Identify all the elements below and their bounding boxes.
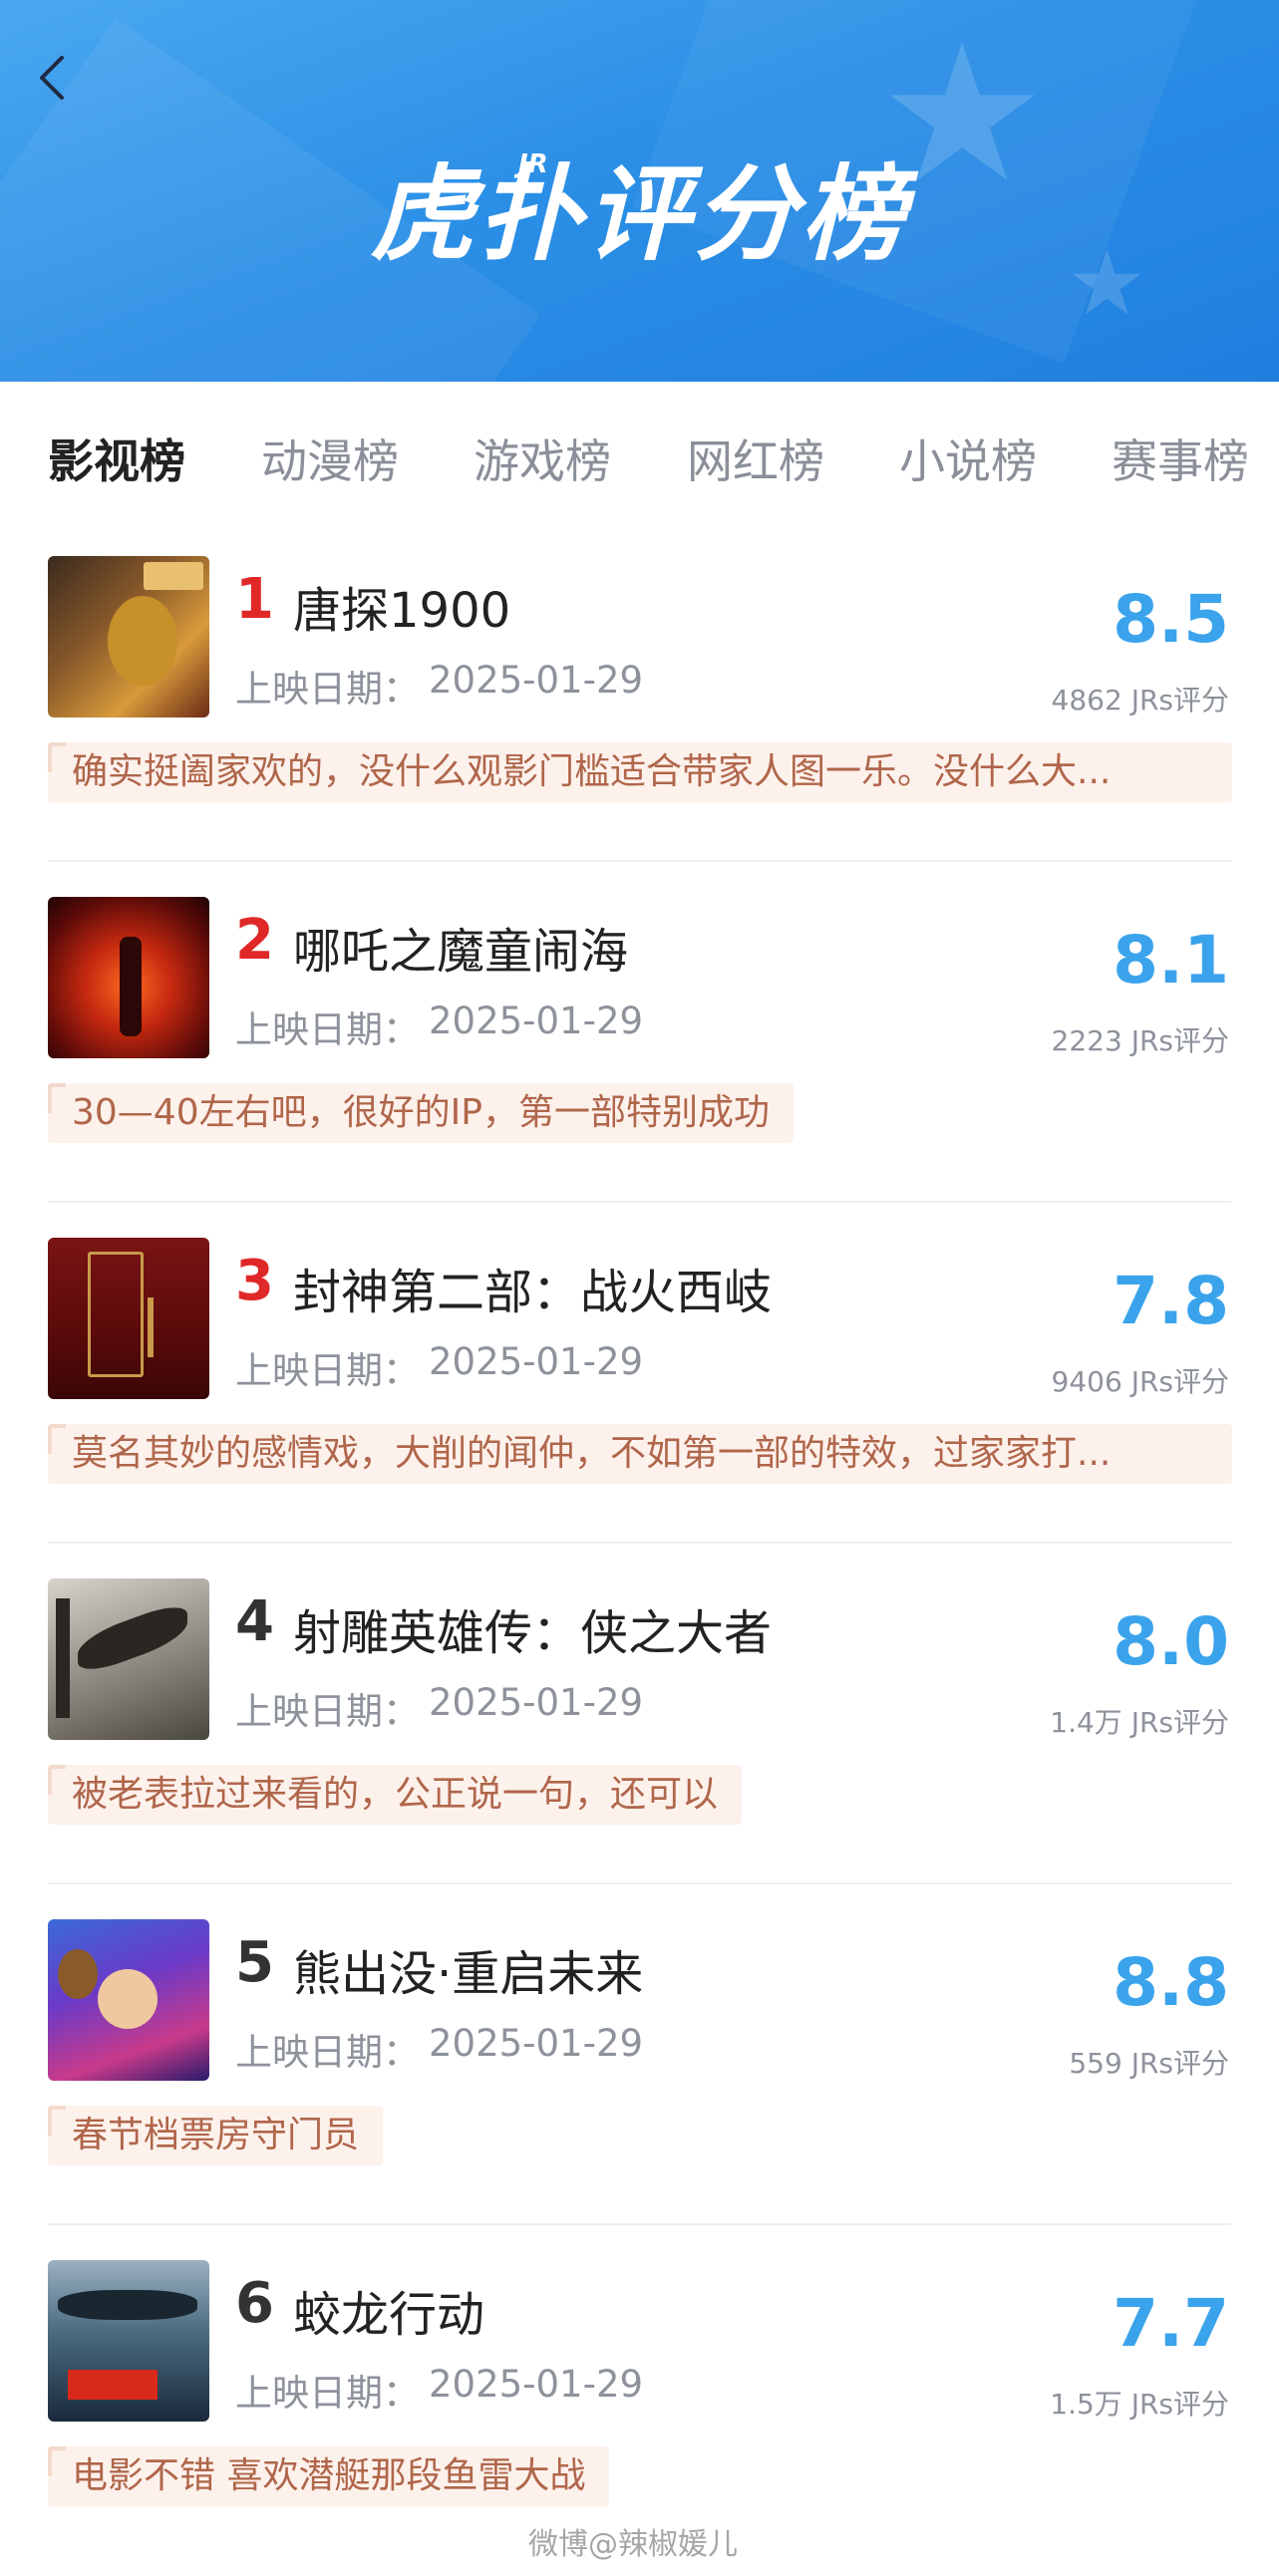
- list-item[interactable]: 3 封神第二部：战火西岐 上映日期： 2025-01-29 7.8 9406 J…: [0, 1213, 1279, 1554]
- rank-number: 5: [235, 1930, 274, 1995]
- divider: [48, 1542, 1231, 1544]
- movie-title: 封神第二部：战火西岐: [293, 1265, 773, 1320]
- movie-title: 熊出没·重启未来: [293, 1946, 644, 2002]
- score: 7.7: [1113, 2285, 1229, 2362]
- tab-film-tv[interactable]: 影视榜: [48, 426, 185, 491]
- list-item[interactable]: 4 射雕英雄传：侠之大者 上映日期： 2025-01-29 8.0 1.4万 J…: [0, 1554, 1279, 1894]
- divider: [48, 2223, 1231, 2225]
- release-date-label: 上映日期：: [235, 668, 420, 711]
- release-date: 2025-01-29: [429, 659, 644, 702]
- tab-events[interactable]: 赛事榜: [1112, 426, 1249, 491]
- tabs-fade: [1239, 382, 1279, 531]
- top-comment: 电影不错 喜欢潜艇那段鱼雷大战: [48, 2446, 610, 2506]
- tab-novels[interactable]: 小说榜: [899, 426, 1037, 491]
- rating-count: 2223 JRs评分: [1051, 1024, 1229, 1057]
- top-comment: 春节档票房守门员: [48, 2106, 384, 2165]
- movie-poster: [48, 556, 209, 717]
- release-date-label: 上映日期：: [235, 1349, 420, 1392]
- divider: [48, 860, 1231, 862]
- list-item[interactable]: 2 哪吒之魔童闹海 上映日期： 2025-01-29 8.1 2223 JRs评…: [0, 872, 1279, 1213]
- movie-poster: [48, 1919, 209, 2081]
- brand-title: 虎扑评分榜: [370, 153, 909, 275]
- rating-count: 1.5万 JRs评分: [1050, 2388, 1229, 2421]
- top-comment: 莫名其妙的感情戏，大削的闻仲，不如第一部的特效，过家家打...: [48, 1424, 1232, 1484]
- release-date-label: 上映日期：: [235, 1008, 420, 1051]
- chevron-left-icon: [40, 56, 64, 100]
- list-item[interactable]: 1 唐探1900 上映日期： 2025-01-29 8.5 4862 JRs评分…: [0, 531, 1279, 872]
- list-item[interactable]: 5 熊出没·重启未来 上映日期： 2025-01-29 8.8 559 JRs评…: [0, 1894, 1279, 2235]
- rating-count: 1.4万 JRs评分: [1050, 1706, 1229, 1739]
- watermark: 微博@辣椒媛儿: [528, 2527, 738, 2562]
- movie-poster: [48, 1238, 209, 1399]
- rating-count: 559 JRs评分: [1069, 2047, 1229, 2080]
- divider: [48, 1882, 1231, 1884]
- release-date: 2025-01-29: [429, 1340, 644, 1383]
- release-date-label: 上映日期：: [235, 2372, 420, 2415]
- score: 8.0: [1113, 1603, 1229, 1680]
- score: 7.8: [1113, 1263, 1229, 1339]
- movie-title: 蛟龙行动: [293, 2287, 485, 2343]
- release-date: 2025-01-29: [429, 2363, 644, 2406]
- divider: [48, 1201, 1231, 1203]
- tab-influencers[interactable]: 网红榜: [687, 426, 824, 491]
- rank-number: 1: [235, 567, 274, 632]
- release-date: 2025-01-29: [429, 1681, 644, 1724]
- tab-games[interactable]: 游戏榜: [474, 426, 611, 491]
- movie-poster: [48, 2260, 209, 2422]
- category-tabs: 影视榜 动漫榜 游戏榜 网红榜 小说榜 赛事榜: [0, 382, 1279, 531]
- tab-anime[interactable]: 动漫榜: [261, 426, 399, 491]
- score: 8.8: [1113, 1944, 1229, 2021]
- release-date: 2025-01-29: [429, 2022, 644, 2065]
- release-date-label: 上映日期：: [235, 2031, 420, 2074]
- movie-title: 唐探1900: [293, 583, 511, 639]
- rating-count: 4862 JRs评分: [1051, 684, 1229, 716]
- rank-number: 6: [235, 2271, 274, 2336]
- score: 8.1: [1113, 922, 1229, 999]
- header-banner: ★ ★ 虎扑评分榜 JR: [0, 0, 1279, 382]
- release-date: 2025-01-29: [429, 1000, 644, 1042]
- movie-title: 哪吒之魔童闹海: [293, 924, 629, 980]
- top-comment: 被老表拉过来看的，公正说一句，还可以: [48, 1765, 743, 1825]
- movie-title: 射雕英雄传：侠之大者: [293, 1605, 773, 1661]
- rank-number: 3: [235, 1249, 274, 1313]
- brand-sup: JR: [518, 149, 548, 179]
- rank-number: 4: [235, 1589, 274, 1654]
- score: 8.5: [1113, 581, 1229, 658]
- release-date-label: 上映日期：: [235, 1690, 420, 1733]
- top-comment: 30—40左右吧，很好的IP，第一部特别成功: [48, 1083, 794, 1143]
- movie-poster: [48, 897, 209, 1058]
- back-button[interactable]: [30, 48, 74, 108]
- rating-count: 9406 JRs评分: [1051, 1365, 1229, 1398]
- top-comment: 确实挺阖家欢的，没什么观影门槛适合带家人图一乐。没什么大...: [48, 742, 1232, 802]
- rank-number: 2: [235, 908, 274, 973]
- movie-poster: [48, 1578, 209, 1740]
